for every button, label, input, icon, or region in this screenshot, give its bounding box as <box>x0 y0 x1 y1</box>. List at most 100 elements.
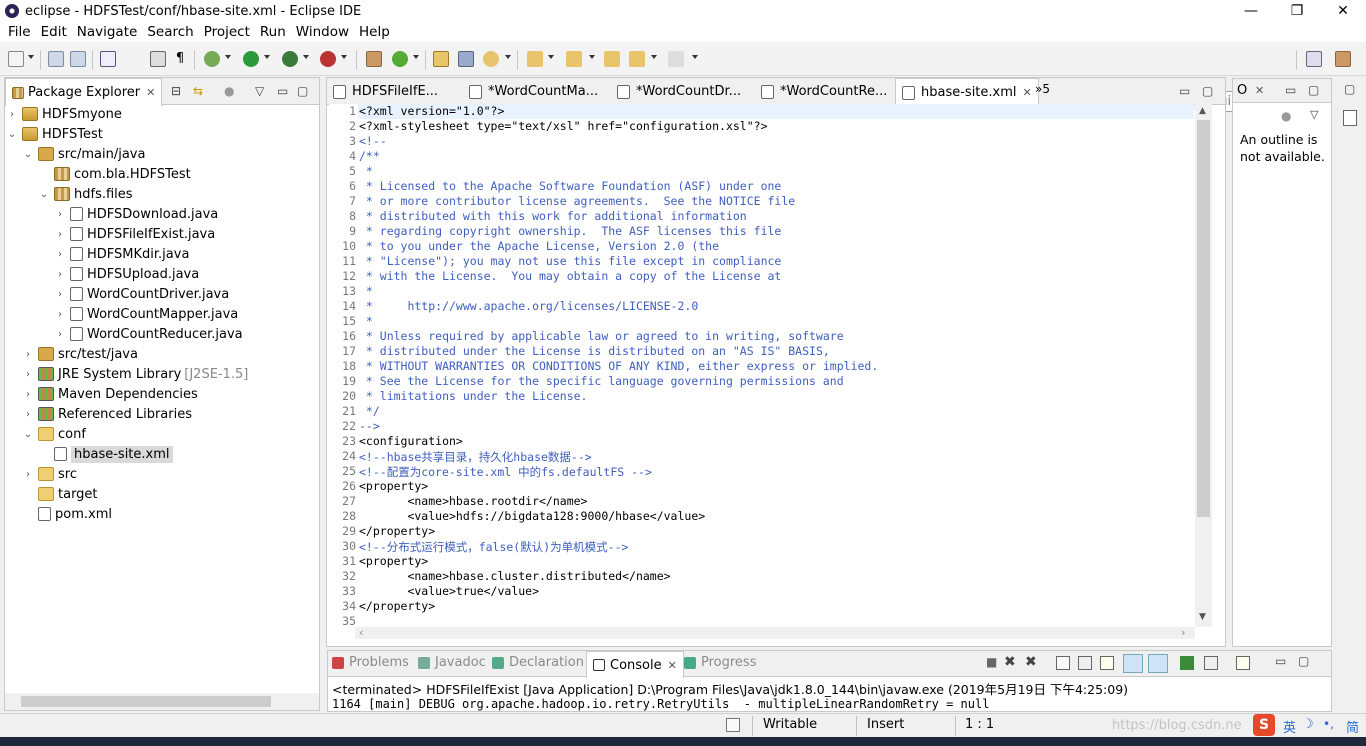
forward-dropdown-icon[interactable] <box>692 55 698 59</box>
tree-item[interactable]: ⌄ hdfs.files <box>38 184 133 204</box>
open-console-icon[interactable] <box>1236 656 1250 670</box>
forward-icon[interactable] <box>668 51 684 67</box>
collapsed-chevron-icon[interactable]: › <box>22 409 34 420</box>
console-minimize-icon[interactable]: ▭ <box>1275 654 1286 668</box>
package-explorer-tab[interactable]: Package Explorer ✕ <box>5 78 163 106</box>
next-annotation-icon[interactable] <box>527 51 543 67</box>
code-line[interactable]: * regarding copyright ownership. The ASF… <box>359 224 781 238</box>
editor-scroll-thumb[interactable] <box>1197 120 1210 517</box>
code-line[interactable]: * Licensed to the Apache Software Founda… <box>359 179 781 193</box>
tab-declaration[interactable]: Declaration <box>492 655 584 670</box>
status-task-icon[interactable] <box>726 718 740 732</box>
search-dropdown-icon[interactable] <box>505 55 511 59</box>
task-list-icon[interactable] <box>1343 110 1357 126</box>
scroll-right-icon[interactable]: › <box>1181 626 1185 639</box>
code-line[interactable]: <!--配置为core-site.xml 中的fs.defaultFS --> <box>359 464 652 480</box>
display-selected-console-icon[interactable] <box>1204 656 1218 670</box>
close-button[interactable]: ✕ <box>1320 0 1366 22</box>
code-line[interactable]: */ <box>359 404 380 418</box>
clear-console-icon[interactable] <box>1056 656 1070 670</box>
console-maximize-icon[interactable]: ▢ <box>1298 654 1309 668</box>
collapsed-chevron-icon[interactable]: › <box>54 229 66 240</box>
collapsed-chevron-icon[interactable]: › <box>54 289 66 300</box>
code-line[interactable]: * with the License. You may obtain a cop… <box>359 269 781 283</box>
tree-item[interactable]: › HDFSUpload.java <box>54 264 199 284</box>
collapsed-chevron-icon[interactable]: › <box>22 389 34 400</box>
close-tab-icon[interactable]: ✕ <box>146 86 155 99</box>
tree-item[interactable]: target <box>22 484 98 504</box>
minimize-view-icon[interactable]: ▭ <box>277 84 288 98</box>
code-line[interactable]: * http://www.apache.org/licenses/LICENSE… <box>359 299 698 313</box>
collapsed-chevron-icon[interactable]: › <box>54 329 66 340</box>
scroll-up-icon[interactable]: ▲ <box>1199 106 1206 116</box>
tree-horizontal-scrollbar[interactable] <box>5 693 319 710</box>
save-icon[interactable] <box>48 51 64 67</box>
code-line[interactable]: <value>true</value> <box>359 584 539 598</box>
ime-moon-icon[interactable]: ☽ <box>1302 717 1314 732</box>
last-edit-location-icon[interactable] <box>604 51 620 67</box>
editor-tab[interactable]: *WordCountDr... <box>611 78 747 105</box>
outline-maximize-icon[interactable]: ▢ <box>1308 83 1319 97</box>
view-menu-icon[interactable]: ▽ <box>255 84 264 98</box>
scroll-down-icon[interactable]: ▼ <box>1199 612 1206 622</box>
terminate-icon[interactable]: ■ <box>986 655 997 669</box>
run-icon[interactable] <box>243 51 259 67</box>
tab-progress[interactable]: Progress <box>684 655 756 670</box>
code-line[interactable]: * or more contributor license agreements… <box>359 194 795 208</box>
menu-run[interactable]: Run <box>255 24 291 40</box>
show-on-stdout-icon[interactable] <box>1123 654 1143 673</box>
external-tools-dropdown-icon[interactable] <box>341 55 347 59</box>
expanded-chevron-icon[interactable]: ⌄ <box>38 189 50 200</box>
ime-punctuation-icon[interactable]: •, <box>1323 717 1334 731</box>
editor-horizontal-scrollbar[interactable]: ‹ › <box>355 626 1195 639</box>
code-line[interactable]: </property> <box>359 599 435 613</box>
close-outline-icon[interactable]: ✕ <box>1255 84 1264 97</box>
tree-item[interactable]: ⌄ src/main/java <box>22 144 146 164</box>
expanded-chevron-icon[interactable]: ⌄ <box>22 149 34 160</box>
maximize-view-icon[interactable]: ▢ <box>297 84 308 98</box>
maximize-button[interactable]: ❐ <box>1274 0 1320 22</box>
link-with-editor-icon[interactable]: ⇆ <box>193 84 203 98</box>
code-line[interactable]: <?xml version="1.0"?> <box>359 104 504 118</box>
code-line[interactable]: <property> <box>359 554 428 568</box>
code-line[interactable]: * distributed under the License is distr… <box>359 344 830 358</box>
block-select-icon[interactable] <box>150 51 166 67</box>
outline-tab[interactable]: O <box>1237 83 1247 98</box>
open-perspective-icon[interactable] <box>1306 51 1322 67</box>
show-whitespace-icon[interactable]: ¶ <box>172 51 188 67</box>
code-line[interactable]: * <box>359 314 373 328</box>
editor-minimize-icon[interactable]: ▭ <box>1179 84 1190 98</box>
collapsed-chevron-icon[interactable]: › <box>54 209 66 220</box>
ime-simplified[interactable]: 简 <box>1346 717 1359 736</box>
code-line[interactable]: /** <box>359 149 380 163</box>
expanded-chevron-icon[interactable]: ⌄ <box>6 129 18 140</box>
tree-item[interactable]: › WordCountMapper.java <box>54 304 238 324</box>
scroll-left-icon[interactable]: ‹ <box>359 626 363 639</box>
tree-item[interactable]: › HDFSFileIfExist.java <box>54 224 215 244</box>
menu-file[interactable]: File <box>3 24 36 40</box>
focus-task-icon[interactable]: ● <box>224 84 234 98</box>
show-on-stderr-icon[interactable] <box>1148 654 1168 673</box>
code-line[interactable]: </property> <box>359 524 435 538</box>
outline-focus-icon[interactable]: ● <box>1281 109 1291 123</box>
next-annotation-dropdown-icon[interactable] <box>548 55 554 59</box>
tree-item[interactable]: › Referenced Libraries <box>22 404 192 424</box>
debug-icon[interactable] <box>204 51 220 67</box>
new-icon[interactable] <box>8 51 24 67</box>
editor-tab[interactable]: HDFSFileIfE... <box>327 78 444 105</box>
tree-item[interactable]: › HDFSDownload.java <box>54 204 218 224</box>
editor-maximize-icon[interactable]: ▢ <box>1202 84 1213 98</box>
debug-dropdown-icon[interactable] <box>225 55 231 59</box>
pin-console-icon[interactable] <box>1180 656 1194 670</box>
new-class-dropdown-icon[interactable] <box>413 55 419 59</box>
menu-window[interactable]: Window <box>291 24 354 40</box>
ime-language[interactable]: 英 <box>1283 717 1296 736</box>
outline-view-menu-icon[interactable]: ▽ <box>1310 108 1318 121</box>
scroll-lock-icon[interactable] <box>1078 656 1092 670</box>
toggle-mark-icon[interactable] <box>100 51 116 67</box>
tree-item[interactable]: › src/test/java <box>22 344 138 364</box>
tree-scroll-thumb[interactable] <box>21 696 271 707</box>
code-line[interactable]: * to you under the Apache License, Versi… <box>359 239 719 253</box>
code-line[interactable]: <value>hdfs://bigdata128:9000/hbase</val… <box>359 509 705 523</box>
tree-item[interactable]: › HDFSMKdir.java <box>54 244 189 264</box>
